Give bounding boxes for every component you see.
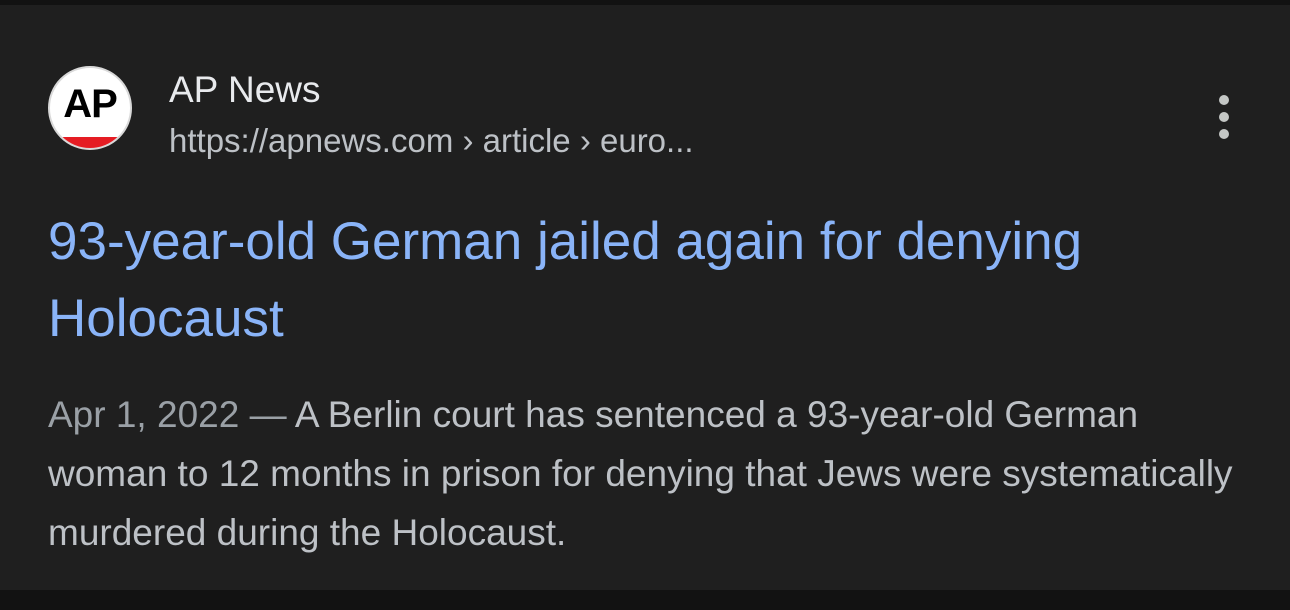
favicon-text: AP	[63, 82, 118, 126]
snippet-date: Apr 1, 2022	[48, 394, 240, 435]
more-options-button[interactable]	[1202, 95, 1246, 139]
site-url-breadcrumb: https://apnews.com › article › euro...	[169, 122, 694, 159]
result-source[interactable]: AP AP News https://apnews.com › article …	[48, 61, 1248, 159]
more-vert-icon-dot	[1219, 129, 1229, 139]
result-title-link[interactable]: 93-year-old German jailed again for deny…	[48, 203, 1228, 357]
site-name: AP News	[169, 69, 321, 110]
snippet-separator: —	[239, 394, 295, 435]
ap-logo-icon: AP	[48, 66, 132, 150]
result-snippet: Apr 1, 2022 — A Berlin court has sentenc…	[48, 385, 1248, 562]
favicon-red-bar	[50, 137, 130, 148]
search-result-card: AP AP News https://apnews.com › article …	[0, 5, 1290, 590]
bottom-divider	[0, 590, 1290, 610]
more-vert-icon	[1219, 95, 1229, 105]
more-vert-icon-dot	[1219, 112, 1229, 122]
